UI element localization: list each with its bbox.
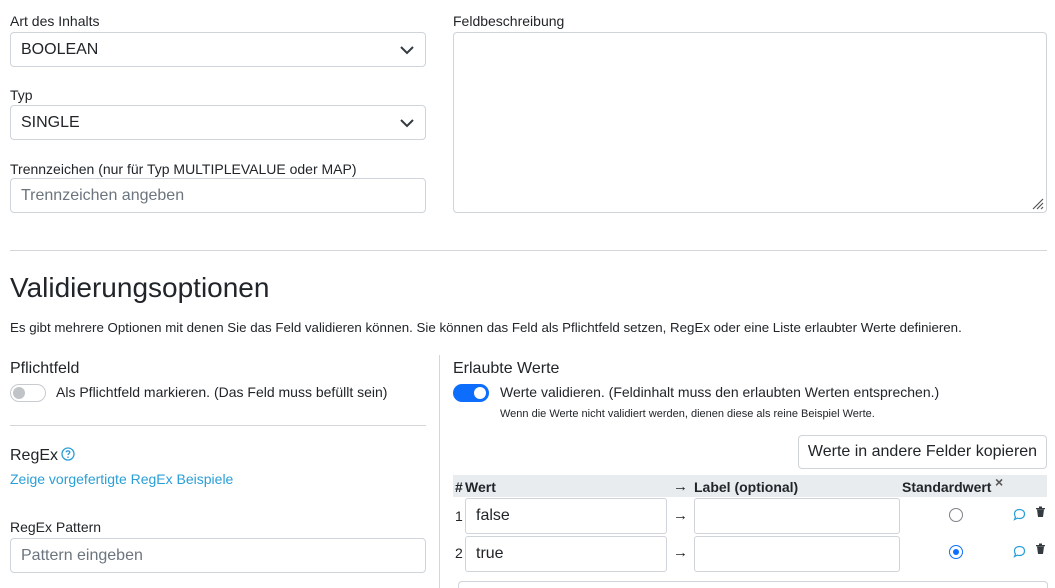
required-title: Pflichtfeld — [10, 360, 80, 377]
default-radio-checked[interactable] — [949, 545, 963, 559]
row-num: 1 — [455, 508, 463, 524]
column-divider — [439, 355, 440, 588]
default-radio[interactable] — [949, 508, 963, 522]
comment-icon[interactable] — [1013, 508, 1026, 521]
regex-pattern-label: RegEx Pattern — [10, 519, 102, 535]
row-label-input[interactable] — [694, 498, 900, 534]
col-arrow: → — [673, 478, 688, 495]
row-label-input[interactable] — [694, 536, 900, 572]
separator-label: Trennzeichen (nur für Typ MULTIPLEVALUE … — [10, 161, 357, 177]
allowed-toggle[interactable] — [453, 384, 489, 402]
required-toggle[interactable] — [10, 384, 46, 402]
col-label: Label (optional) — [694, 479, 799, 495]
row-num: 2 — [455, 545, 463, 561]
left-divider — [10, 425, 426, 426]
row-value: true — [476, 545, 504, 562]
description-label: Feldbeschreibung — [453, 13, 565, 29]
row-arrow: → — [673, 507, 688, 524]
row-value-input[interactable]: false — [465, 498, 667, 534]
separator-input[interactable]: Trennzeichen angeben — [10, 178, 426, 213]
validation-intro: Es gibt mehrere Optionen mit denen Sie d… — [10, 320, 962, 335]
content-type-value: BOOLEAN — [21, 40, 99, 58]
row-arrow: → — [673, 544, 688, 561]
clear-default-icon[interactable]: × — [995, 474, 1003, 490]
comment-icon[interactable] — [1013, 545, 1026, 558]
copy-values-button[interactable]: Werte in andere Felder kopieren — [798, 435, 1047, 469]
type-value: SINGLE — [21, 113, 80, 131]
delete-icon[interactable] — [1035, 543, 1046, 555]
regex-examples-link[interactable]: Zeige vorgefertigte RegEx Beispiele — [10, 471, 233, 487]
add-row-input[interactable] — [458, 581, 1048, 588]
allowed-title: Erlaubte Werte — [453, 360, 560, 377]
col-num: # — [455, 479, 463, 495]
delete-icon[interactable] — [1035, 506, 1046, 518]
row-value-input[interactable]: true — [465, 536, 667, 572]
content-type-label: Art des Inhalts — [10, 13, 100, 29]
type-select[interactable]: SINGLE — [10, 105, 426, 140]
col-value: Wert — [465, 479, 496, 495]
required-toggle-label: Als Pflichtfeld markieren. (Das Feld mus… — [56, 384, 388, 400]
regex-pattern-input[interactable]: Pattern eingeben — [10, 538, 426, 573]
section-divider — [10, 250, 1047, 251]
resize-handle-icon[interactable] — [1028, 194, 1044, 210]
validation-heading: Validierungsoptionen — [10, 272, 270, 303]
regex-title: RegEx — [10, 447, 59, 464]
regex-pattern-placeholder: Pattern eingeben — [21, 546, 143, 564]
separator-placeholder: Trennzeichen angeben — [21, 186, 185, 204]
allowed-toggle-label: Werte validieren. (Feldinhalt muss den e… — [500, 384, 940, 400]
chevron-down-icon — [400, 118, 414, 127]
description-textarea[interactable] — [453, 32, 1047, 213]
row-value: false — [476, 507, 510, 524]
content-type-select[interactable]: BOOLEAN — [10, 32, 426, 67]
help-icon[interactable] — [61, 447, 75, 461]
allowed-hint: Wenn die Werte nicht validiert werden, d… — [500, 408, 875, 420]
type-label: Typ — [10, 87, 33, 103]
col-default: Standardwert — [902, 479, 992, 495]
chevron-down-icon — [400, 45, 414, 54]
